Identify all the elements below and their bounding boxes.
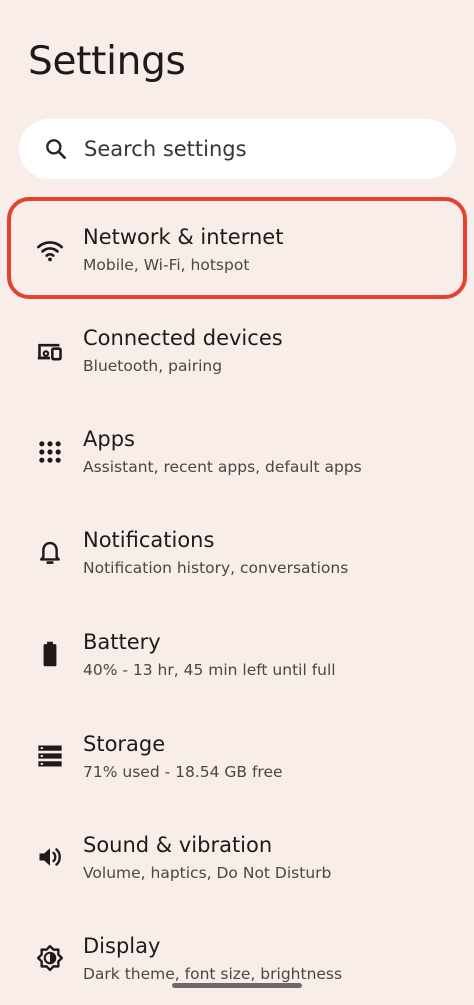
- settings-item-storage[interactable]: Storage 71% used - 18.54 GB free: [0, 709, 474, 803]
- bell-icon: [40, 541, 60, 564]
- home-gesture-bar[interactable]: [172, 983, 302, 988]
- settings-item-subtitle: Assistant, recent apps, default apps: [83, 458, 362, 476]
- search-icon: [46, 139, 66, 159]
- settings-item-network-internet[interactable]: Network & internet Mobile, Wi-Fi, hotspo…: [0, 202, 474, 296]
- storage-icon: [38, 745, 62, 767]
- settings-item-connected-devices[interactable]: Connected devices Bluetooth, pairing: [0, 303, 474, 397]
- search-bar[interactable]: Search settings: [19, 119, 456, 179]
- page-title: Settings: [28, 39, 186, 84]
- settings-item-title: Display: [83, 934, 161, 958]
- settings-item-subtitle: Bluetooth, pairing: [83, 357, 223, 375]
- settings-item-title: Notifications: [83, 528, 215, 552]
- settings-item-apps[interactable]: Apps Assistant, recent apps, default app…: [0, 404, 474, 498]
- settings-item-subtitle: Notification history, conversations: [83, 559, 349, 577]
- speaker-icon: [39, 848, 61, 866]
- settings-item-subtitle: Volume, haptics, Do Not Disturb: [83, 864, 332, 882]
- settings-item-title: Connected devices: [83, 326, 283, 350]
- settings-item-subtitle: Dark theme, font size, brightness: [83, 965, 343, 983]
- settings-item-title: Apps: [83, 427, 135, 451]
- settings-item-subtitle: 71% used - 18.54 GB free: [83, 763, 283, 781]
- settings-item-title: Sound & vibration: [83, 833, 273, 857]
- settings-item-display[interactable]: Display Dark theme, font size, brightnes…: [0, 911, 474, 1005]
- search-placeholder: Search settings: [84, 137, 247, 161]
- wifi-icon: [36, 241, 64, 262]
- devices-icon: [37, 343, 62, 361]
- settings-item-title: Network & internet: [83, 225, 284, 249]
- settings-item-title: Storage: [83, 732, 166, 756]
- settings-item-subtitle: 40% - 13 hr, 45 min left until full: [83, 661, 336, 679]
- settings-item-notifications[interactable]: Notifications Notification history, conv…: [0, 505, 474, 599]
- settings-item-title: Battery: [83, 630, 161, 654]
- settings-item-battery[interactable]: Battery 40% - 13 hr, 45 min left until f…: [0, 607, 474, 701]
- settings-item-sound-vibration[interactable]: Sound & vibration Volume, haptics, Do No…: [0, 810, 474, 904]
- battery-icon: [43, 641, 57, 667]
- brightness-icon: [36, 944, 64, 972]
- settings-item-subtitle: Mobile, Wi-Fi, hotspot: [83, 256, 250, 274]
- apps-grid-icon: [39, 441, 61, 463]
